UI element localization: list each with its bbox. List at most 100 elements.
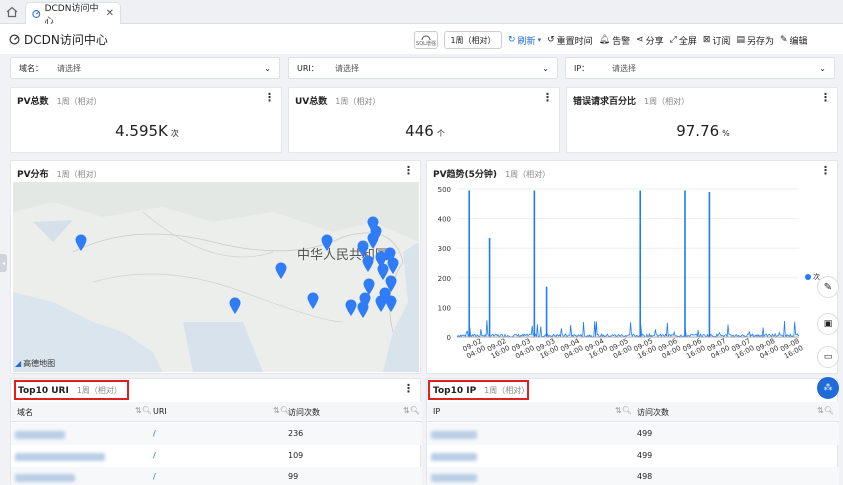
subscribe-button[interactable]: ⊠ 订阅	[703, 34, 731, 47]
top-ip-title: Top10 IP	[433, 386, 477, 396]
pv-total-range: 1周（相对）	[56, 97, 102, 106]
chat-icon[interactable]: ▭	[817, 346, 839, 368]
pv-map-range: 1周（相对）	[56, 170, 102, 179]
collapse-handle[interactable]: ◂	[0, 254, 7, 272]
uri-cell[interactable]: /	[153, 472, 156, 481]
save-as-button[interactable]: ▤ 另存为	[736, 34, 774, 47]
refresh-label: 刷新	[517, 36, 536, 47]
domain-filter-label: 域名：	[19, 63, 43, 73]
pv-map-title: PV分布	[17, 170, 49, 180]
table-row[interactable]: / 99	[11, 467, 422, 485]
toolbar: SQL增强 1周（相对） ↻ 刷新 ▾ ↺ 重置时间 🔔︎ 告警 ⋖ 分享 ⤢ 全屏 ⊠ 订阅…	[414, 30, 808, 50]
count-cell: 99	[288, 472, 299, 481]
sort-icon[interactable]: ⇅🔍︎	[817, 406, 834, 415]
more-icon[interactable]: ⋮	[542, 91, 553, 104]
fullscreen-label: 全屏	[678, 36, 697, 47]
close-icon[interactable]: ✕	[106, 8, 114, 19]
map-pin-icon[interactable]	[275, 262, 287, 283]
y-tick-label: 200	[438, 275, 451, 283]
x-tick-label: 09-0216:00	[486, 337, 511, 361]
pen-icon[interactable]: ✎	[817, 276, 839, 298]
pv-map-card: PV分布 1周（相对） ⋮ 中华人民共和国 ◢ 高德地图	[10, 160, 421, 374]
more-icon[interactable]: ⋮	[403, 164, 414, 177]
alert-button[interactable]: 🔔︎ 告警	[599, 34, 630, 47]
map-canvas	[13, 182, 419, 372]
reset-time-button[interactable]: ↺ 重置时间	[547, 34, 593, 47]
ip-filter-label: IP：	[574, 63, 590, 73]
domain-filter[interactable]: 域名： 请选择 ⌄	[10, 57, 280, 79]
top-ip-range: 1周（相对）	[484, 386, 530, 395]
count-cell: 499	[637, 451, 653, 460]
share-label: 分享	[645, 36, 664, 47]
map-pin-icon[interactable]	[307, 292, 319, 313]
share-button[interactable]: ⋖ 分享	[636, 34, 664, 47]
redacted-ip	[431, 431, 477, 439]
book-icon[interactable]: ▣	[817, 313, 839, 335]
map-pin-icon[interactable]	[75, 234, 87, 255]
uv-total-range: 1周（相对）	[335, 97, 381, 106]
uri-cell[interactable]: /	[153, 429, 156, 438]
uri-cell[interactable]: /	[153, 451, 156, 460]
domain-filter-placeholder: 请选择	[57, 63, 81, 73]
more-icon[interactable]: ⋮	[403, 382, 414, 395]
sql-badge-label: SQL增强	[416, 40, 436, 47]
tab-dcdn[interactable]: DCDN访问中心 ✕	[25, 2, 121, 27]
reset-time-icon: ↺	[547, 35, 555, 45]
table-row[interactable]: / 236	[11, 423, 422, 445]
x-tick-label: 09-0516:00	[632, 337, 657, 361]
refresh-icon: ↻	[508, 35, 516, 45]
sql-enhance-button[interactable]: SQL增强	[414, 31, 438, 49]
table-row[interactable]: / 109	[11, 445, 422, 467]
sort-icon[interactable]: ⇅🔍︎	[403, 406, 420, 415]
pv-total-title: PV总数	[17, 97, 49, 107]
uv-total-card: UV总数 1周（相对） ⋮ 446 个	[288, 87, 560, 153]
top-uri-range: 1周（相对）	[76, 386, 122, 395]
share-icon: ⋖	[636, 35, 644, 45]
column-header-uri: URI	[153, 407, 167, 416]
y-tick-label: 500	[438, 186, 451, 194]
x-tick-label: 09-0304:00	[510, 337, 535, 361]
map-pin-icon[interactable]	[385, 295, 397, 316]
map-pin-icon[interactable]	[359, 292, 371, 313]
x-tick-label: 09-0316:00	[535, 337, 560, 361]
map-pin-icon[interactable]	[229, 297, 241, 318]
map-pin-icon[interactable]	[345, 299, 357, 320]
map-logo: ◢ 高德地图	[15, 359, 56, 368]
tab-label: DCDN访问中心	[44, 3, 99, 27]
table-header	[11, 402, 422, 422]
edit-icon: ✎	[779, 35, 788, 45]
home-icon[interactable]	[4, 4, 20, 20]
edit-button[interactable]: ✎ 编辑	[780, 34, 808, 47]
x-tick-label: 09-0204:00	[461, 337, 486, 361]
fullscreen-button[interactable]: ⤢ 全屏	[670, 34, 697, 47]
ip-filter[interactable]: IP： 请选择 ⌄	[565, 57, 835, 79]
error-rate-value: 97.76	[676, 122, 720, 140]
refresh-button[interactable]: ↻ 刷新 ▾	[508, 34, 541, 47]
save-icon: ▤	[736, 35, 745, 45]
time-range-picker[interactable]: 1周（相对）	[444, 31, 502, 49]
pv-trend-chart: 010020030040050009-0204:00 09-0216:00 09-0…	[438, 186, 805, 361]
table-row[interactable]: 499	[427, 445, 839, 467]
table-header	[427, 402, 839, 422]
more-icon[interactable]: ⋮	[820, 91, 831, 104]
pv-map[interactable]: 中华人民共和国 ◢ 高德地图	[13, 182, 419, 372]
x-tick-label: 09-0416:00	[584, 337, 610, 361]
more-icon[interactable]: ⋮	[820, 164, 831, 177]
more-icon[interactable]: ⋮	[264, 91, 275, 104]
y-tick-label: 400	[438, 216, 451, 224]
top-ip-card: Top10 IP 1周（相对） IP ⇅🔍︎ 访问次数 ⇅🔍︎ 499 499 4…	[426, 378, 839, 485]
map-pin-icon[interactable]	[362, 255, 374, 276]
map-pin-icon[interactable]	[321, 234, 333, 255]
column-header-count: 访问次数	[288, 408, 320, 417]
ip-filter-placeholder: 请选择	[612, 63, 636, 73]
uv-total-value: 446	[405, 122, 434, 140]
sort-icon[interactable]: ⇅🔍︎	[135, 406, 152, 415]
table-row[interactable]: 499	[427, 423, 839, 445]
uri-filter[interactable]: URI： 请选择 ⌄	[288, 57, 558, 79]
table-row[interactable]: 498	[427, 467, 839, 485]
x-tick-label: 09-0716:00	[730, 337, 755, 361]
apps-icon[interactable]: ⁂	[817, 377, 839, 399]
sort-icon[interactable]: ⇅🔍︎	[615, 406, 632, 415]
redacted-ip	[431, 474, 477, 482]
reset-time-label: 重置时间	[556, 36, 593, 47]
